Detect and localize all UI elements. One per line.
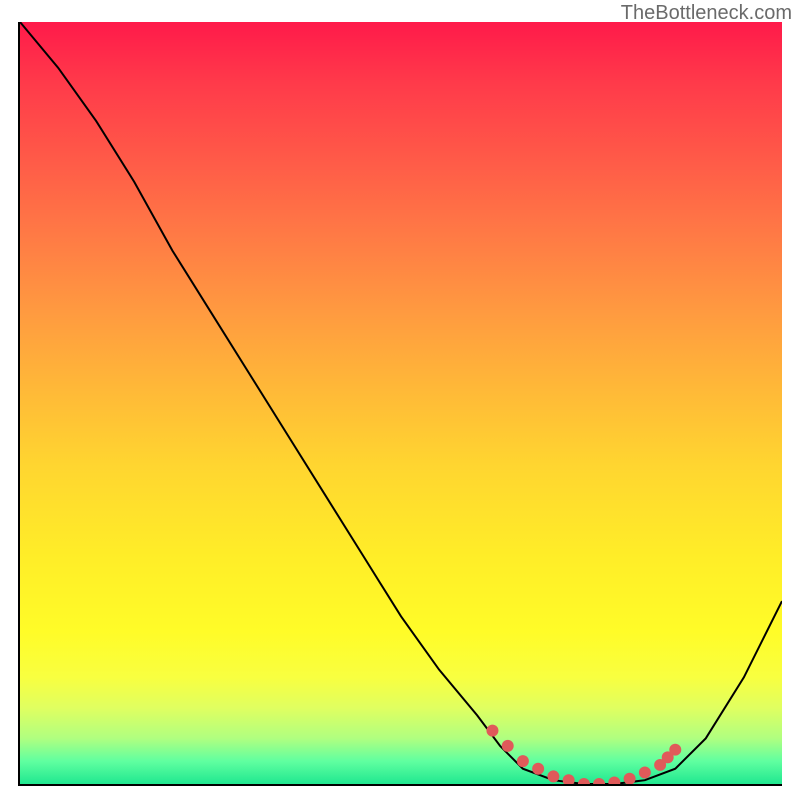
optimal-marker-dot bbox=[578, 778, 590, 784]
optimal-marker-dot bbox=[639, 767, 651, 779]
curve-svg-layer bbox=[20, 22, 782, 784]
watermark-text: TheBottleneck.com bbox=[621, 2, 792, 25]
optimal-marker-dot bbox=[593, 778, 605, 784]
optimal-marker-dot bbox=[624, 773, 636, 784]
optimal-marker-dot bbox=[532, 763, 544, 775]
optimal-marker-dot bbox=[608, 777, 620, 784]
optimal-marker-dot bbox=[563, 774, 575, 784]
optimal-marker-dot bbox=[517, 755, 529, 767]
optimal-range-markers bbox=[486, 725, 681, 784]
optimal-marker-dot bbox=[486, 725, 498, 737]
bottleneck-curve-line bbox=[20, 22, 782, 784]
chart-plot-area bbox=[18, 22, 782, 786]
optimal-marker-dot bbox=[547, 770, 559, 782]
optimal-marker-dot bbox=[669, 744, 681, 756]
optimal-marker-dot bbox=[502, 740, 514, 752]
